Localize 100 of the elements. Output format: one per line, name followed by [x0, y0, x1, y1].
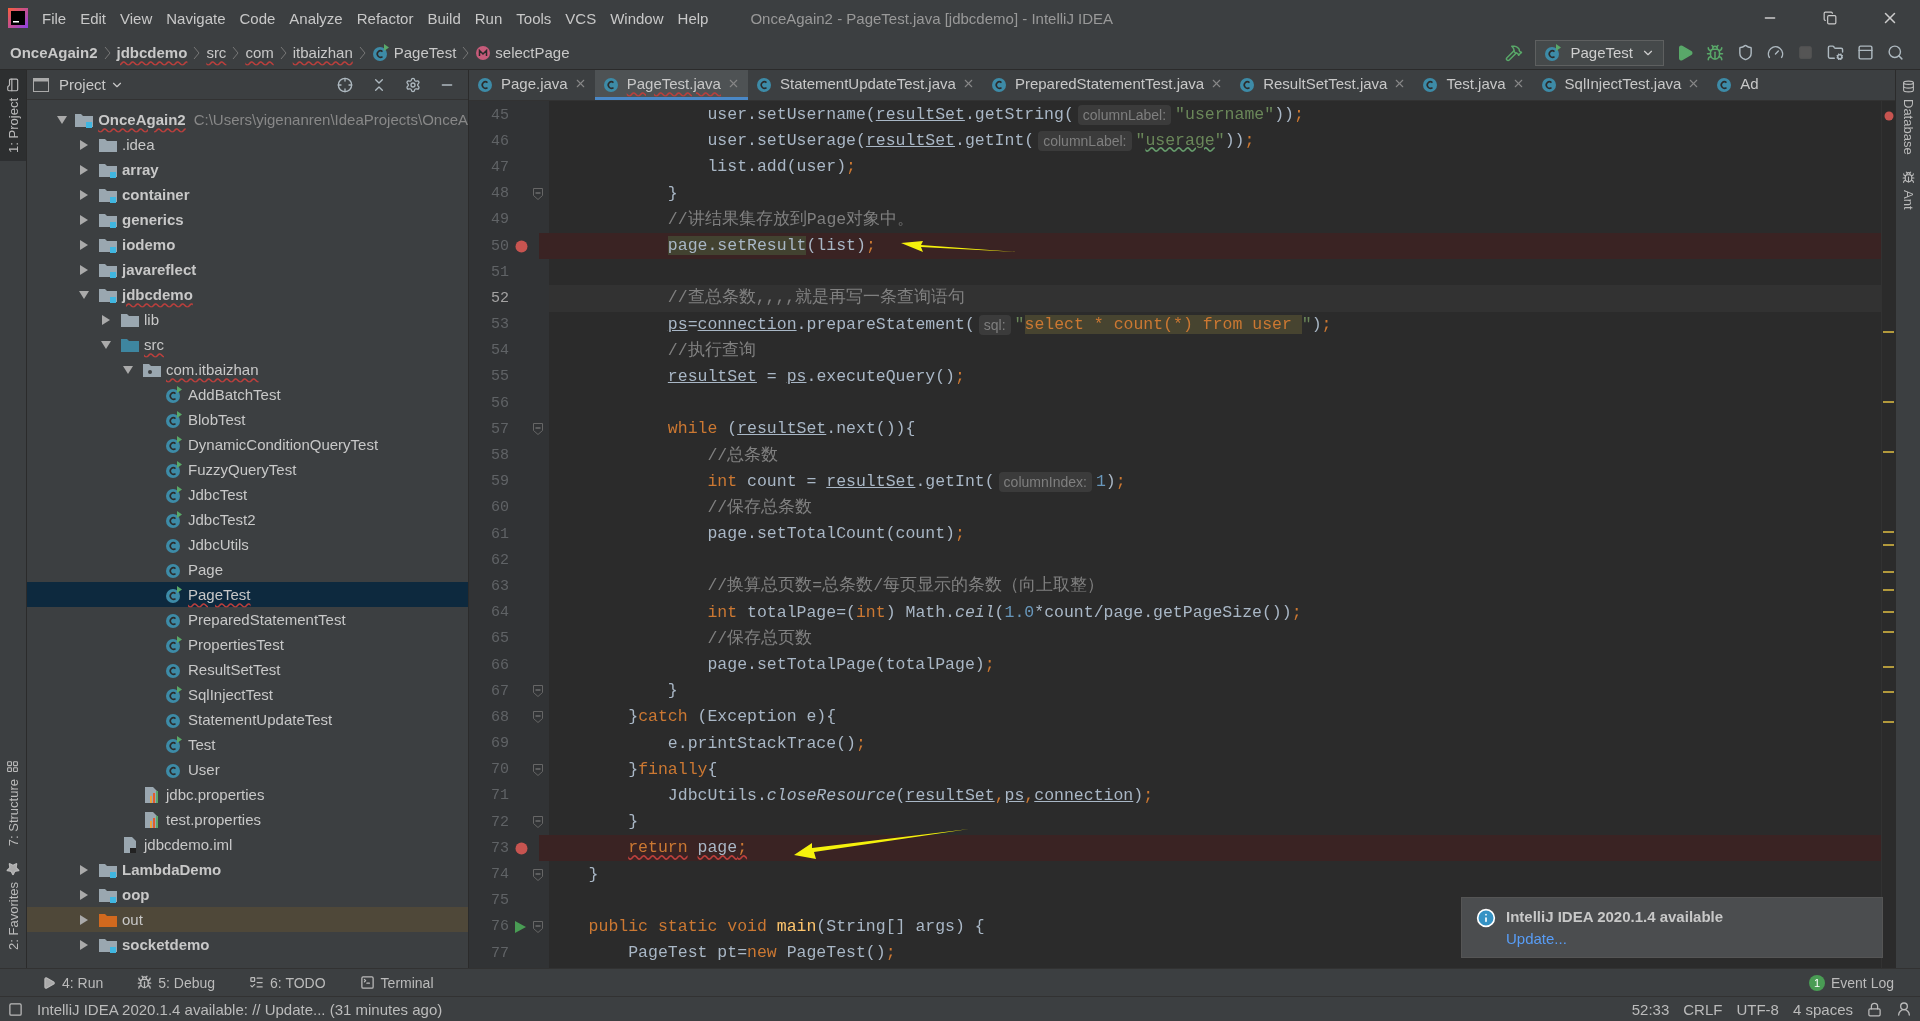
- tree-item[interactable]: jdbcdemo: [27, 282, 468, 307]
- status-item[interactable]: CRLF: [1683, 1000, 1723, 1018]
- fold-marker-icon[interactable]: [533, 763, 543, 776]
- fold-marker-icon[interactable]: [533, 920, 543, 933]
- status-item[interactable]: 4 spaces: [1792, 1000, 1853, 1018]
- lock-icon[interactable]: [1867, 1001, 1882, 1017]
- menu-item[interactable]: Edit: [74, 6, 113, 30]
- tree-item[interactable]: DynamicConditionQueryTest: [27, 432, 468, 457]
- menu-item[interactable]: Code: [233, 6, 282, 30]
- expanded-arrow-icon[interactable]: [123, 364, 133, 375]
- breadcrumb[interactable]: PageTest: [393, 44, 457, 66]
- menu-item[interactable]: Navigate: [160, 6, 232, 30]
- tool-window-tab[interactable]: 7: Structure: [0, 751, 26, 855]
- editor-tab[interactable]: SqlInjectTest.java: [1532, 70, 1709, 100]
- layout-icon[interactable]: [1856, 44, 1874, 61]
- tree-item[interactable]: socketdemo: [27, 932, 468, 957]
- tree-item[interactable]: PreparedStatementTest: [27, 607, 468, 632]
- collapsed-arrow-icon[interactable]: [79, 264, 89, 275]
- fold-marker-icon[interactable]: [533, 711, 543, 724]
- tree-item[interactable]: .idea: [27, 132, 468, 157]
- run-configuration-dropdown[interactable]: PageTest: [1535, 39, 1664, 66]
- editor-tab[interactable]: PageTest.java: [594, 70, 748, 100]
- breadcrumb[interactable]: jdbcdemo: [116, 44, 188, 66]
- tool-window-button[interactable]: 6: TODO: [243, 973, 332, 992]
- tree-item[interactable]: jdbc.properties: [27, 782, 468, 807]
- menu-item[interactable]: VCS: [559, 6, 603, 30]
- tree-item[interactable]: src: [27, 332, 468, 357]
- tree-item[interactable]: javareflect: [27, 257, 468, 282]
- tree-item[interactable]: User: [27, 757, 468, 782]
- tool-window-button[interactable]: Terminal: [353, 973, 440, 992]
- tree-item[interactable]: Test: [27, 732, 468, 757]
- tool-window-tab[interactable]: 2: Favorites: [0, 854, 26, 958]
- tree-item[interactable]: test.properties: [27, 807, 468, 832]
- status-item[interactable]: UTF-8: [1736, 1000, 1779, 1018]
- fold-marker-icon[interactable]: [533, 685, 543, 698]
- hammer-icon[interactable]: [1505, 43, 1524, 62]
- settings-icon[interactable]: [405, 76, 421, 93]
- breadcrumb[interactable]: src: [206, 44, 227, 66]
- tool-window-tab[interactable]: 1: Project: [0, 70, 26, 161]
- tree-item[interactable]: lib: [27, 307, 468, 332]
- menu-item[interactable]: File: [36, 6, 73, 30]
- bug-icon[interactable]: [1706, 43, 1724, 62]
- tree-item[interactable]: PageTest: [27, 582, 468, 607]
- menu-item[interactable]: Help: [671, 6, 715, 30]
- fold-marker-icon[interactable]: [533, 868, 543, 881]
- locate-icon[interactable]: [337, 76, 353, 93]
- tree-item[interactable]: JdbcTest2: [27, 507, 468, 532]
- breadcrumb[interactable]: OnceAgain2: [10, 44, 98, 66]
- tree-item[interactable]: jdbcdemo.iml: [27, 832, 468, 857]
- expanded-arrow-icon[interactable]: [57, 114, 67, 125]
- tool-window-tab[interactable]: Ant: [1898, 166, 1918, 214]
- tree-item[interactable]: SqlInjectTest: [27, 682, 468, 707]
- collapsed-arrow-icon[interactable]: [79, 214, 89, 225]
- menu-item[interactable]: Refactor: [350, 6, 420, 30]
- project-view-dropdown[interactable]: Project: [53, 75, 130, 94]
- expanded-arrow-icon[interactable]: [79, 289, 89, 300]
- shield-icon[interactable]: [1736, 44, 1754, 61]
- tree-item[interactable]: AddBatchTest: [27, 382, 468, 407]
- tree-item[interactable]: OnceAgain2 C:\Users\yigenanren\IdeaProjects\OnceA: [27, 107, 468, 132]
- expanded-arrow-icon[interactable]: [101, 339, 111, 350]
- fold-marker-icon[interactable]: [533, 423, 543, 436]
- breakpoint-icon[interactable]: [515, 239, 528, 253]
- search-icon[interactable]: [1886, 44, 1904, 61]
- editor-tab[interactable]: ResultSetTest.java: [1231, 70, 1415, 100]
- menu-item[interactable]: Build: [421, 6, 467, 30]
- menu-item[interactable]: Analyze: [283, 6, 349, 30]
- event-log-button[interactable]: 1 Event Log: [1802, 973, 1900, 992]
- breadcrumb[interactable]: com: [245, 44, 274, 66]
- collapsed-arrow-icon[interactable]: [79, 914, 89, 925]
- fold-marker-icon[interactable]: [533, 816, 543, 829]
- collapsed-arrow-icon[interactable]: [79, 939, 89, 950]
- tool-window-tab[interactable]: Database: [1898, 76, 1918, 159]
- collapsed-arrow-icon[interactable]: [101, 314, 111, 325]
- tree-item[interactable]: container: [27, 182, 468, 207]
- tree-item[interactable]: array: [27, 157, 468, 182]
- run-icon[interactable]: [1676, 43, 1694, 62]
- tree-item[interactable]: com.itbaizhan: [27, 357, 468, 382]
- tool-window-button[interactable]: 5: Debug: [131, 973, 222, 992]
- tool-window-button[interactable]: 4: Run: [36, 973, 110, 992]
- fold-marker-icon[interactable]: [533, 187, 543, 200]
- menu-item[interactable]: Window: [604, 6, 670, 30]
- menu-item[interactable]: Tools: [510, 6, 558, 30]
- breadcrumb[interactable]: selectPage: [495, 44, 570, 66]
- tree-item[interactable]: out: [27, 907, 468, 932]
- tree-item[interactable]: JdbcTest: [27, 482, 468, 507]
- tree-item[interactable]: StatementUpdateTest: [27, 707, 468, 732]
- tree-item[interactable]: FuzzyQueryTest: [27, 457, 468, 482]
- menu-item[interactable]: Run: [468, 6, 509, 30]
- editor-tab[interactable]: PreparedStatementTest.java: [982, 70, 1232, 100]
- breadcrumb[interactable]: itbaizhan: [292, 44, 353, 66]
- editor-tab[interactable]: Ad: [1708, 70, 1767, 100]
- tree-item[interactable]: generics: [27, 207, 468, 232]
- tree-item[interactable]: ResultSetTest: [27, 657, 468, 682]
- tree-item[interactable]: LambdaDemo: [27, 857, 468, 882]
- editor-tab[interactable]: Page.java: [469, 70, 595, 100]
- run-gutter-icon[interactable]: [515, 920, 526, 933]
- restore-icon[interactable]: [1823, 11, 1837, 25]
- breakpoint-icon[interactable]: [515, 841, 528, 855]
- collapsed-arrow-icon[interactable]: [79, 889, 89, 900]
- folder-settings-icon[interactable]: [1826, 44, 1844, 61]
